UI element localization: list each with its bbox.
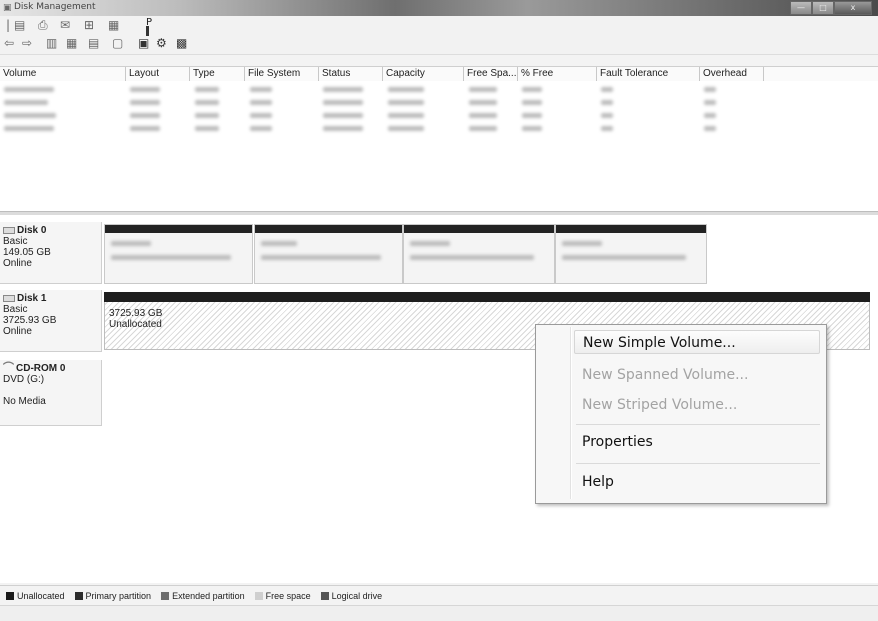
- legend-item-extended-partition: Extended partition: [161, 591, 245, 601]
- column-free-space[interactable]: Free Spa...: [464, 67, 518, 81]
- cd-rom-icon: ⌒: [3, 362, 14, 374]
- column-volume[interactable]: Volume: [0, 67, 126, 81]
- window-title: Disk Management: [14, 2, 96, 12]
- column-overhead[interactable]: Overhead: [700, 67, 764, 81]
- column-percent-free[interactable]: % Free: [518, 67, 597, 81]
- status-bar: [0, 605, 878, 621]
- maximize-button[interactable]: □: [812, 1, 834, 15]
- volume-list[interactable]: [0, 81, 878, 211]
- properties-menu-item[interactable]: Properties: [582, 434, 653, 450]
- disk-0-partition-4[interactable]: [555, 224, 707, 284]
- new-simple-volume-menu-item[interactable]: New Simple Volume...: [574, 330, 820, 354]
- window-controls: — □ x: [790, 1, 872, 15]
- new-striped-volume-menu-item[interactable]: New Striped Volume...: [582, 397, 737, 413]
- column-type[interactable]: Type: [190, 67, 245, 81]
- disk-status: Online: [3, 326, 32, 337]
- disk-status: Online: [3, 258, 32, 269]
- legend-item-free-space: Free space: [254, 591, 311, 601]
- file-icon[interactable]: ▤: [14, 18, 25, 32]
- unallocated-size: 3725.93 GB: [109, 308, 163, 319]
- disk-name: Disk 1: [17, 293, 47, 304]
- separator-icon: |: [6, 18, 11, 32]
- hard-disk-icon: [3, 295, 15, 302]
- volume-list-header: Volume Layout Type File System Status Ca…: [0, 66, 878, 82]
- help-menu-item[interactable]: Help: [582, 474, 614, 490]
- disk-type: Basic: [3, 236, 28, 247]
- forward-icon[interactable]: ⇨: [22, 36, 32, 50]
- disk-type: Basic: [3, 304, 28, 315]
- disk-0-partition-1[interactable]: [104, 224, 253, 284]
- unallocated-label: Unallocated: [109, 319, 162, 330]
- grid-icon[interactable]: ▥: [46, 36, 57, 50]
- properties-icon[interactable]: ▣: [138, 36, 149, 50]
- title-bar: ▣ Disk Management — □ x: [0, 0, 878, 16]
- mail-icon[interactable]: ✉: [60, 18, 70, 32]
- context-menu: New Simple Volume... New Spanned Volume.…: [535, 324, 827, 504]
- minimize-button[interactable]: —: [790, 1, 812, 15]
- menu-separator: [576, 424, 820, 425]
- column-file-system[interactable]: File System: [245, 67, 319, 81]
- disk-icon[interactable]: ▩: [176, 36, 187, 50]
- disk-type: DVD (G:): [3, 374, 45, 385]
- help-icon[interactable]: ▦: [66, 36, 77, 50]
- disk-management-icon: ▣: [3, 3, 12, 13]
- disk-status: No Media: [3, 396, 46, 407]
- disk-0-partition-3[interactable]: [403, 224, 555, 284]
- cdrom-0-label[interactable]: ⌒ CD-ROM 0 DVD (G:) No Media: [0, 360, 102, 426]
- disk-size: 149.05 GB: [3, 247, 51, 258]
- column-capacity[interactable]: Capacity: [383, 67, 464, 81]
- toolbar: ⇦ ⇨ ▥ ▦ ▤ ▢ ▣ ⚙ ▩: [0, 36, 878, 55]
- printer-icon[interactable]: ⊞: [84, 18, 94, 32]
- refresh-icon[interactable]: ▤: [88, 36, 99, 50]
- legend: Unallocated Primary partition Extended p…: [0, 585, 878, 605]
- unallocated-bar: [104, 292, 870, 302]
- legend-item-primary-partition: Primary partition: [74, 591, 151, 601]
- disk-size: 3725.93 GB: [3, 315, 57, 326]
- hard-disk-icon: [3, 227, 15, 234]
- settings-icon[interactable]: ⚙: [156, 36, 167, 50]
- new-spanned-volume-menu-item[interactable]: New Spanned Volume...: [582, 367, 748, 383]
- disk-0-partition-2[interactable]: [254, 224, 403, 284]
- back-icon[interactable]: ⇦: [4, 36, 14, 50]
- column-fault-tolerance[interactable]: Fault Tolerance: [597, 67, 700, 81]
- disk-name: Disk 0: [17, 225, 47, 236]
- column-status[interactable]: Status: [319, 67, 383, 81]
- menu-separator: [576, 463, 820, 464]
- app-icon[interactable]: ▦: [108, 18, 119, 32]
- disk-name: CD-ROM 0: [16, 363, 66, 374]
- menu-toolbar: | ▤ ⎙ ✉ ⊞ ▦ P: [0, 16, 878, 36]
- console-icon[interactable]: ▢: [112, 36, 123, 50]
- disk-0-label[interactable]: Disk 0 Basic 149.05 GB Online: [0, 222, 102, 284]
- disk-size: [3, 385, 98, 396]
- column-layout[interactable]: Layout: [126, 67, 190, 81]
- close-button[interactable]: x: [834, 1, 872, 15]
- legend-item-unallocated: Unallocated: [6, 591, 65, 601]
- print-icon[interactable]: ⎙: [38, 18, 48, 33]
- disk-1-label[interactable]: Disk 1 Basic 3725.93 GB Online: [0, 290, 102, 352]
- legend-item-logical-drive: Logical drive: [320, 591, 382, 601]
